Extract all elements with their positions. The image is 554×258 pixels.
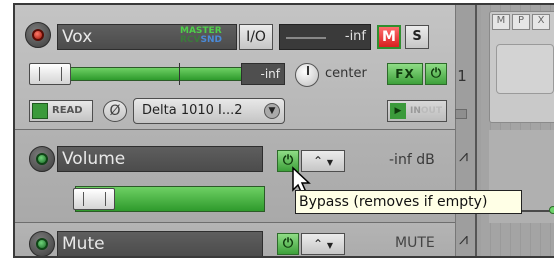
volume-fader[interactable] — [29, 63, 269, 87]
envelope-readout: MUTE — [395, 235, 435, 251]
envelope-point-icon[interactable]: ⩘ — [459, 146, 468, 166]
track-vox: Vox MASTER RCVSND I/O -inf M S -inf cent… — [15, 5, 467, 130]
automation-mode-label: READ — [52, 105, 83, 116]
item-close-button[interactable]: X — [532, 14, 550, 30]
monitor-label-suffix: OUT — [420, 106, 442, 116]
monitor-button[interactable]: ▶ INOUT — [387, 100, 447, 122]
envelope-name-field[interactable]: Mute — [57, 231, 263, 256]
tooltip-text: Bypass (removes if empty) — [299, 194, 488, 210]
volume-readout: -inf — [260, 67, 281, 81]
tooltip: Bypass (removes if empty) — [295, 190, 522, 214]
peak-meter[interactable]: -inf — [279, 24, 371, 50]
input-select-value: Delta 1010 I...2 — [142, 103, 243, 118]
io-button[interactable]: I/O — [239, 24, 273, 50]
envelope-arm-button[interactable] — [29, 146, 55, 172]
envelope-fader-handle[interactable] — [73, 188, 115, 210]
play-icon: ▶ — [390, 103, 406, 119]
chevron-down-icon: ▼ — [264, 103, 280, 119]
envelope-fader[interactable] — [57, 184, 267, 214]
reaper-track-panel: M P X Vox MASTER RCVSND I/O -inf M S -in… — [13, 3, 554, 258]
volume-fader-handle[interactable] — [29, 63, 71, 85]
envelope-name-field[interactable]: Volume — [57, 146, 263, 172]
envelope-shape-icon: ⌃ — [312, 154, 324, 168]
power-icon: ⏻ — [430, 66, 442, 81]
media-item[interactable]: M P X — [489, 11, 554, 123]
monitor-label: IN — [410, 106, 421, 116]
chevron-down-icon: ▼ — [326, 158, 334, 167]
envelope-icon — [32, 103, 48, 119]
envelope-name: Volume — [62, 149, 126, 169]
envelope-readout: -inf dB — [389, 152, 435, 168]
phase-invert-button[interactable]: Ø — [103, 100, 127, 122]
solo-button[interactable]: S — [405, 25, 429, 49]
envelope-shape-icon: ⌃ — [312, 237, 324, 251]
input-select[interactable]: Delta 1010 I...2 ▼ — [133, 98, 285, 124]
peak-readout: -inf — [344, 29, 366, 44]
routing-indicator[interactable]: MASTER RCVSND — [180, 27, 234, 47]
volume-fader-track — [43, 67, 255, 81]
arm-dot-icon — [36, 153, 48, 165]
envelope-arm-button[interactable] — [29, 231, 55, 256]
record-dot-icon — [32, 29, 44, 41]
track-folder-icon[interactable] — [455, 109, 467, 119]
power-icon: ⏻ — [282, 236, 294, 251]
mute-button[interactable]: M — [377, 25, 401, 49]
phase-icon: Ø — [109, 103, 121, 119]
record-arm-button[interactable] — [25, 22, 51, 48]
envelope-shape-dropdown[interactable]: ⌃ ▼ — [301, 233, 345, 255]
envelope-mute: Mute ⏻ ⌃ ▼ MUTE ⩘ — [15, 223, 468, 256]
track-name: Vox — [62, 27, 93, 47]
automation-mode-button[interactable]: READ — [29, 100, 93, 122]
envelope-point-icon[interactable]: ⩘ — [459, 229, 468, 249]
pan-readout: center — [325, 66, 367, 81]
track-number: 1 — [457, 67, 467, 85]
volume-readout-box[interactable]: -inf — [241, 63, 285, 85]
fx-bypass-button[interactable]: ⏻ — [425, 63, 447, 85]
track-splitter[interactable] — [455, 5, 475, 256]
item-mute-button[interactable]: M — [492, 14, 510, 30]
envelope-bypass-button[interactable]: ⏻ — [277, 233, 299, 255]
envelope-name: Mute — [62, 234, 105, 254]
routing-rcv-label: RCV — [180, 35, 201, 45]
pan-knob[interactable] — [295, 63, 319, 87]
track-name-field[interactable]: Vox MASTER RCVSND — [57, 24, 237, 50]
chevron-down-icon: ▼ — [326, 241, 334, 250]
item-pin-button[interactable]: P — [512, 14, 530, 30]
fx-button[interactable]: FX — [387, 63, 423, 85]
routing-snd-label: SND — [200, 35, 223, 45]
arm-dot-icon — [36, 238, 48, 250]
